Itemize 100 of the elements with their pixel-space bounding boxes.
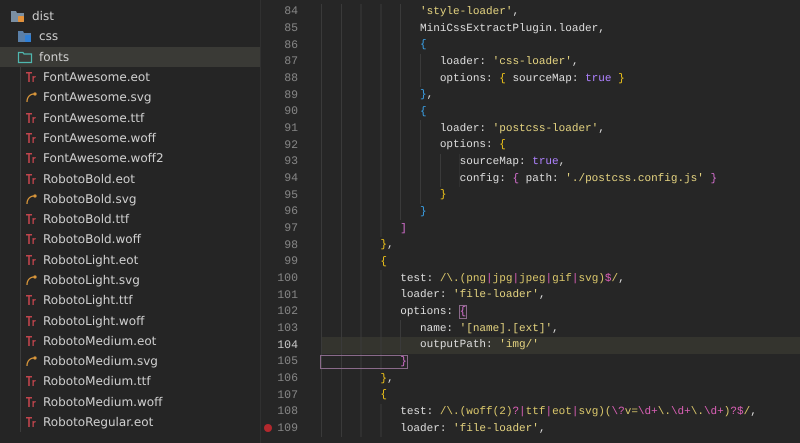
folder-item[interactable]: fonts [0,46,260,67]
line-number: 90 [284,105,298,118]
file-item[interactable]: RobotoBold.ttf [0,208,260,230]
code-line: { [321,254,800,270]
vector-curve-icon [25,355,37,368]
folder-item[interactable]: css [0,26,260,47]
line-number: 108 [277,405,298,418]
code-line: { [321,104,800,120]
file-item[interactable]: FontAwesome.woff2 [0,148,260,168]
code-line: options: { [321,304,800,320]
code-line: { [321,36,800,54]
code-line: { [321,386,800,404]
breakpoint-icon[interactable] [264,424,272,432]
line-number: 89 [284,88,298,102]
item-label: RobotoMedium.eot [43,334,156,348]
line-number: 99 [284,255,298,268]
code-line: ] [321,220,800,237]
file-item[interactable]: RobotoBold.eot [0,168,260,189]
item-label: FontAwesome.woff [43,130,156,145]
item-label: FontAwesome.eot [43,70,150,84]
code-line: sourceMap: true, [321,154,800,170]
font-file-icon [25,132,37,144]
line-number: 95 [284,188,298,202]
code-line: loader: 'css-loader', [321,54,800,70]
line-number: 85 [284,22,298,35]
code-line: }, [321,236,800,254]
code-line: options: { [321,136,800,154]
file-item[interactable]: RobotoBold.woff [0,229,260,250]
font-file-icon [25,152,37,164]
item-label: FontAwesome.ttf [43,110,144,125]
line-number: 93 [284,155,298,168]
item-label: RobotoLight.eot [43,252,138,267]
font-file-icon [25,334,37,347]
file-item[interactable]: RobotoLight.woff [0,310,260,331]
file-item[interactable]: RobotoLight.eot [0,250,260,270]
code-line: loader: 'file-loader', [321,286,800,304]
file-item[interactable]: RobotoLight.ttf [0,290,260,310]
font-file-icon [25,396,37,408]
code-line: }, [321,86,800,104]
file-item[interactable]: RobotoMedium.svg [0,351,260,372]
folder-icon [10,9,26,24]
line-number: 98 [284,238,298,252]
item-label: RobotoRegular.eot [43,415,154,430]
code-line: loader: 'postcss-loader', [321,120,800,137]
file-item[interactable]: FontAwesome.svg [0,87,260,108]
line-number: 109 [277,422,298,436]
item-label: RobotoMedium.svg [43,354,158,368]
code-line: }, [321,370,800,387]
font-file-icon [25,294,37,306]
file-item[interactable]: RobotoMedium.woff [0,392,260,412]
font-file-icon [25,254,37,266]
code-line: options: { sourceMap: true } [321,70,800,87]
line-number: 101 [277,288,298,302]
code-line: } [321,354,800,370]
line-number: 94 [284,172,298,186]
code-line: config: { path: './postcss.config.js' } [321,170,800,187]
item-label: FontAwesome.svg [43,90,152,104]
file-item[interactable]: FontAwesome.eot [0,66,260,88]
vector-curve-icon [25,91,37,104]
vector-curve-icon [25,274,37,286]
file-item[interactable]: RobotoLight.svg [0,270,260,290]
font-file-icon [25,233,37,246]
file-item[interactable]: RobotoMedium.eot [0,330,260,352]
folder-item[interactable]: dist [0,6,260,26]
line-number: 100 [277,272,298,286]
item-label: dist [32,9,54,24]
file-item[interactable]: RobotoMedium.ttf [0,371,260,392]
line-number: 92 [284,138,298,152]
font-file-icon [25,375,37,388]
item-label: RobotoMedium.woff [43,394,162,409]
line-number: 87 [284,55,298,68]
font-file-icon [25,416,37,428]
code-line: name: '[name].[ext]', [321,320,800,337]
code-line: test: /\.(png|jpg|jpeg|gif|svg)$/, [321,270,800,287]
file-item[interactable]: FontAwesome.woff [0,128,260,148]
file-item[interactable]: RobotoRegular.eot [0,412,260,432]
font-file-icon [25,71,37,84]
vector-curve-icon [25,192,37,205]
item-label: RobotoLight.woff [43,314,144,328]
line-number: 84 [284,5,298,18]
item-label: RobotoBold.ttf [43,212,130,226]
file-item[interactable]: FontAwesome.ttf [0,107,260,128]
code-line: } [321,204,800,220]
item-label: RobotoLight.ttf [43,293,133,308]
item-label: css [39,29,58,44]
folder-icon [17,29,33,44]
font-file-icon [25,112,37,124]
font-file-icon [25,314,37,327]
line-number: 103 [277,322,298,336]
line-number: 91 [284,122,298,136]
code-line: 'style-loader', [321,4,800,20]
file-item[interactable]: RobotoBold.svg [0,188,260,209]
line-number: 104 [277,338,298,352]
item-label: RobotoLight.svg [43,273,140,287]
item-label: RobotoBold.eot [43,172,135,186]
line-number: 96 [284,205,298,218]
line-number: 105 [277,355,298,368]
item-label: FontAwesome.woff2 [43,151,164,166]
item-label: RobotoMedium.ttf [43,374,151,388]
code-line: MiniCssExtractPlugin.loader, [321,20,800,37]
